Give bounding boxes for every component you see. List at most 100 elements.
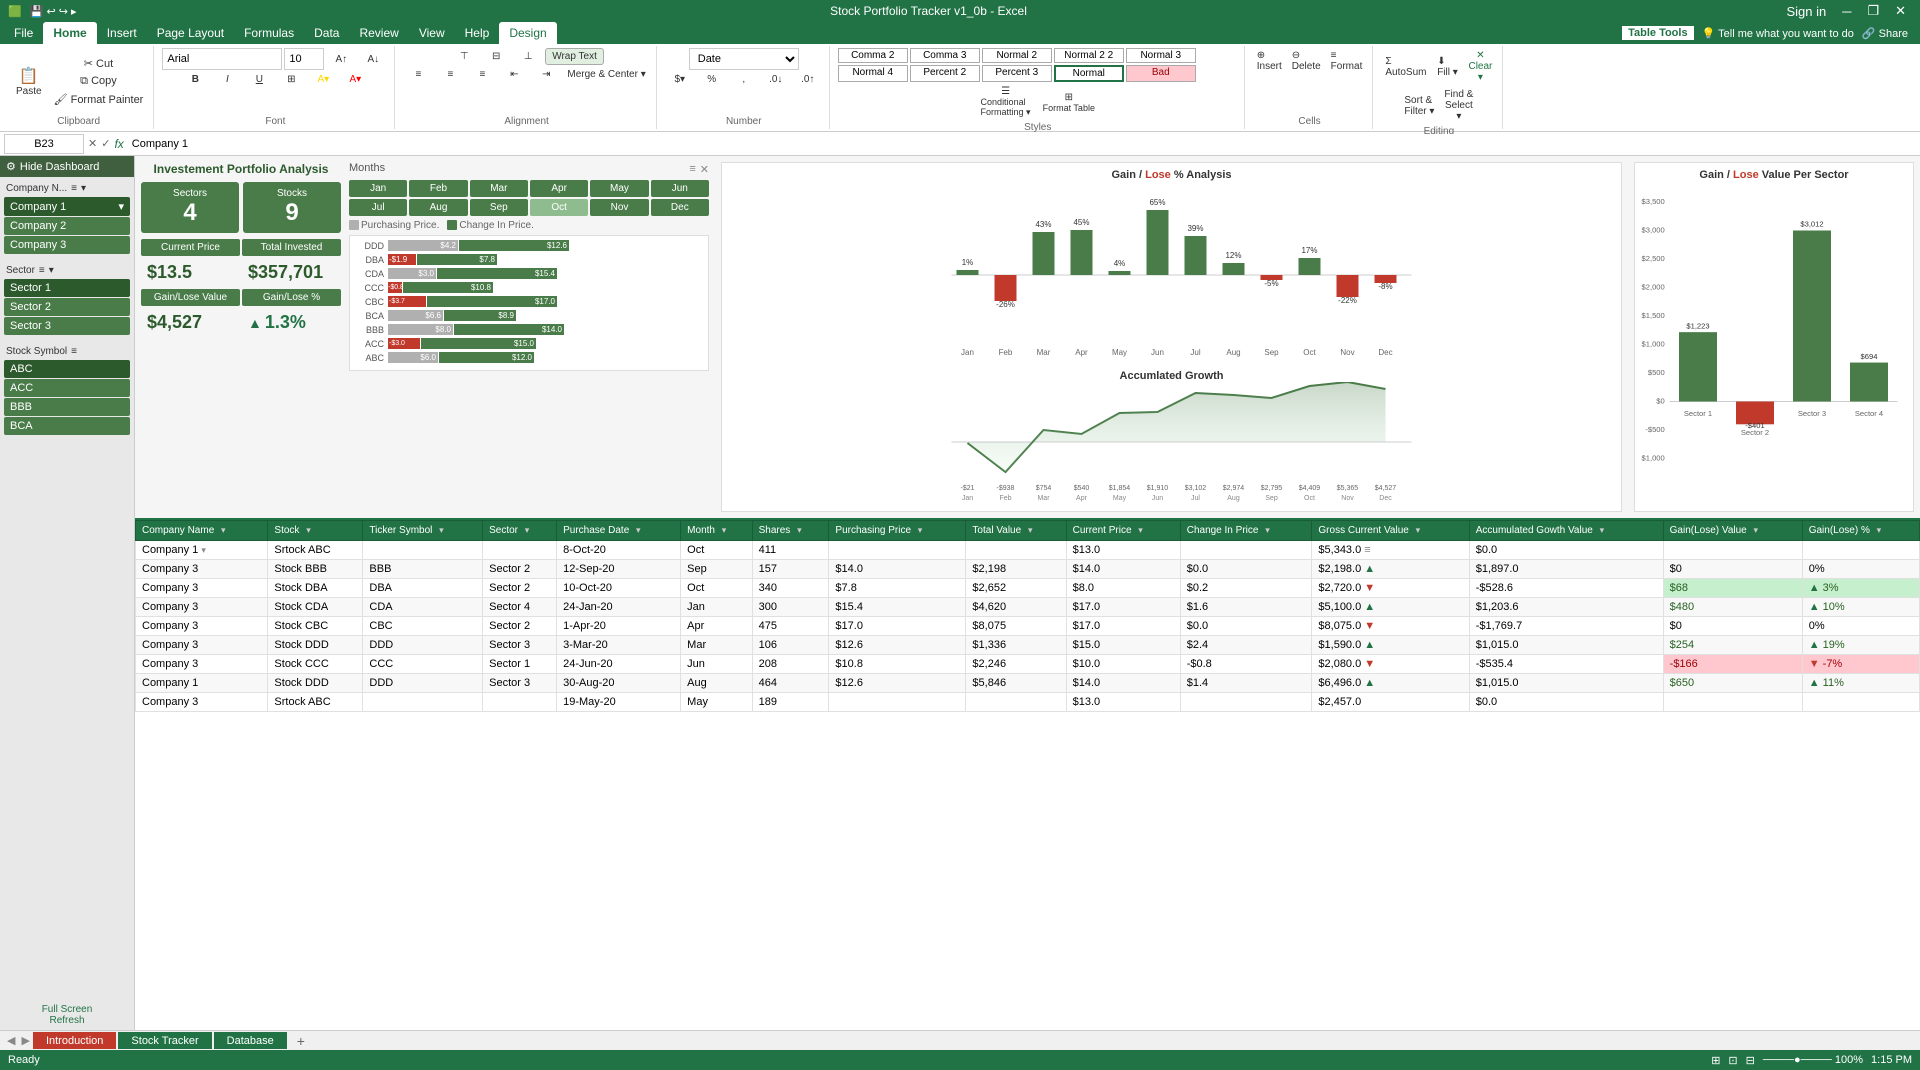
autosum-button[interactable]: ΣAutoSum — [1381, 54, 1430, 80]
confirm-formula-icon[interactable]: ✓ — [101, 137, 110, 150]
tell-me-box[interactable]: 💡 Tell me what you want to do — [1702, 27, 1854, 40]
months-list-icon[interactable]: ≡ — [689, 163, 695, 176]
minimize-button[interactable]: ─ — [1836, 4, 1857, 19]
month-nov[interactable]: Nov — [590, 199, 648, 216]
full-screen-button[interactable]: Full Screen — [4, 1004, 130, 1015]
sector-2-item[interactable]: Sector 2 — [4, 298, 130, 316]
decrease-font-button[interactable]: A↓ — [358, 52, 388, 67]
font-size-input[interactable] — [284, 48, 324, 70]
normal22-style[interactable]: Normal 2 2 — [1054, 48, 1124, 63]
bca-item[interactable]: BCA — [4, 417, 130, 435]
total-val-filter-icon[interactable]: ▾ — [1028, 525, 1033, 535]
tab-design[interactable]: Design — [499, 22, 556, 44]
sector-filter-icon[interactable]: ▾ — [49, 265, 54, 276]
stock-list-icon[interactable]: ≡ — [71, 346, 77, 357]
comma-button[interactable]: , — [729, 72, 759, 87]
stock-filter-icon[interactable]: ▾ — [306, 525, 311, 535]
cut-button[interactable]: ✂ Cut — [50, 55, 148, 72]
number-format-select[interactable]: DateGeneralNumberCurrency — [689, 48, 799, 70]
fill-button[interactable]: ⬇Fill ▾ — [1432, 54, 1462, 80]
font-color-button[interactable]: A▾ — [340, 72, 370, 87]
increase-indent-button[interactable]: ⇥ — [531, 67, 561, 82]
normal2-style[interactable]: Normal 2 — [982, 48, 1052, 63]
comma3-style[interactable]: Comma 3 — [910, 48, 980, 63]
format-as-table-button[interactable]: ⊞Format Table — [1039, 90, 1099, 115]
decrease-indent-button[interactable]: ⇤ — [499, 67, 529, 82]
increase-decimal-button[interactable]: .0↑ — [793, 72, 823, 87]
name-box[interactable] — [4, 134, 84, 154]
company-2-item[interactable]: Company 2 — [4, 217, 130, 235]
increase-font-button[interactable]: A↑ — [326, 52, 356, 67]
curr-price-filter-icon[interactable]: ▾ — [1138, 525, 1143, 535]
align-top-button[interactable]: ⊤ — [449, 49, 479, 64]
format-painter-button[interactable]: 🖌 Format Painter — [50, 91, 148, 108]
scroll-right-icon[interactable]: ▶ — [18, 1034, 32, 1047]
tab-data[interactable]: Data — [304, 22, 349, 44]
find-select-button[interactable]: Find &Select ▾ — [1440, 87, 1477, 124]
ticker-filter-icon[interactable]: ▾ — [439, 525, 444, 535]
comma2-style[interactable]: Comma 2 — [838, 48, 908, 63]
scroll-left-icon[interactable]: ◀ — [4, 1034, 18, 1047]
sector-list-icon[interactable]: ≡ — [39, 265, 45, 276]
month-may[interactable]: May — [590, 180, 648, 197]
align-right-button[interactable]: ≡ — [467, 67, 497, 82]
company-3-item[interactable]: Company 3 — [4, 236, 130, 254]
acc-item[interactable]: ACC — [4, 379, 130, 397]
page-break-icon[interactable]: ⊟ — [1746, 1054, 1755, 1067]
currency-button[interactable]: $▾ — [665, 72, 695, 87]
month-mar[interactable]: Mar — [470, 180, 528, 197]
company-filter-icon[interactable]: ▾ — [221, 525, 226, 535]
normal-view-icon[interactable]: ⊞ — [1711, 1054, 1720, 1067]
company-1-item[interactable]: Company 1 ▾ — [4, 197, 130, 216]
restore-button[interactable]: ❐ — [1861, 3, 1885, 19]
gain-lose-pct-filter-icon[interactable]: ▾ — [1877, 525, 1882, 535]
hide-dashboard-button[interactable]: ⚙ Hide Dashboard — [0, 156, 134, 177]
tab-help[interactable]: Help — [455, 22, 500, 44]
zoom-slider[interactable]: ────●──── 100% — [1763, 1054, 1863, 1066]
normal4-style[interactable]: Normal 4 — [838, 65, 908, 82]
fill-color-button[interactable]: A▾ — [308, 72, 338, 87]
align-left-button[interactable]: ≡ — [403, 67, 433, 82]
company-1-expand[interactable]: ▾ — [118, 200, 124, 213]
formula-input[interactable] — [128, 134, 1916, 154]
italic-button[interactable]: I — [212, 72, 242, 87]
company-list-icon[interactable]: ≡ — [71, 183, 77, 194]
percent2-style[interactable]: Percent 2 — [910, 65, 980, 82]
month-jan[interactable]: Jan — [349, 180, 407, 197]
close-button[interactable]: ✕ — [1889, 3, 1912, 19]
underline-button[interactable]: U — [244, 72, 274, 87]
refresh-button[interactable]: Refresh — [4, 1015, 130, 1026]
database-tab[interactable]: Database — [214, 1032, 287, 1049]
clear-button[interactable]: ✕Clear ▾ — [1464, 48, 1496, 85]
month-feb[interactable]: Feb — [409, 180, 467, 197]
align-bottom-button[interactable]: ⊥ — [513, 49, 543, 64]
insert-cells-button[interactable]: ⊕Insert — [1253, 48, 1286, 74]
bold-button[interactable]: B — [180, 72, 210, 87]
normal3-style[interactable]: Normal 3 — [1126, 48, 1196, 63]
sector-filter-icon[interactable]: ▾ — [525, 525, 530, 535]
month-jun[interactable]: Jun — [651, 180, 709, 197]
conditional-formatting-button[interactable]: ☰ConditionalFormatting ▾ — [977, 84, 1035, 120]
align-center-button[interactable]: ≡ — [435, 67, 465, 82]
tab-insert[interactable]: Insert — [97, 22, 147, 44]
decrease-decimal-button[interactable]: .0↓ — [761, 72, 791, 87]
tab-formulas[interactable]: Formulas — [234, 22, 304, 44]
shares-filter-icon[interactable]: ▾ — [797, 525, 802, 535]
percent3-style[interactable]: Percent 3 — [982, 65, 1052, 82]
sign-in-button[interactable]: Sign in — [1780, 4, 1832, 19]
month-jul[interactable]: Jul — [349, 199, 407, 216]
company-filter-icon[interactable]: ▾ — [81, 183, 86, 194]
bad-style[interactable]: Bad — [1126, 65, 1196, 82]
month-dec[interactable]: Dec — [651, 199, 709, 216]
tab-page-layout[interactable]: Page Layout — [147, 22, 234, 44]
abc-item[interactable]: ABC — [4, 360, 130, 378]
align-middle-button[interactable]: ⊟ — [481, 49, 511, 64]
merge-center-button[interactable]: Merge & Center ▾ — [563, 67, 649, 82]
tracker-tab[interactable]: Stock Tracker — [118, 1032, 211, 1049]
paste-button[interactable]: 📋 Paste — [10, 48, 48, 114]
gross-curr-filter-icon[interactable]: ▾ — [1416, 525, 1421, 535]
page-layout-icon[interactable]: ⊡ — [1728, 1054, 1737, 1067]
share-button[interactable]: 🔗 Share — [1862, 27, 1908, 40]
gain-lose-val-filter-icon[interactable]: ▾ — [1754, 525, 1759, 535]
format-cells-button[interactable]: ≡Format — [1327, 48, 1367, 74]
